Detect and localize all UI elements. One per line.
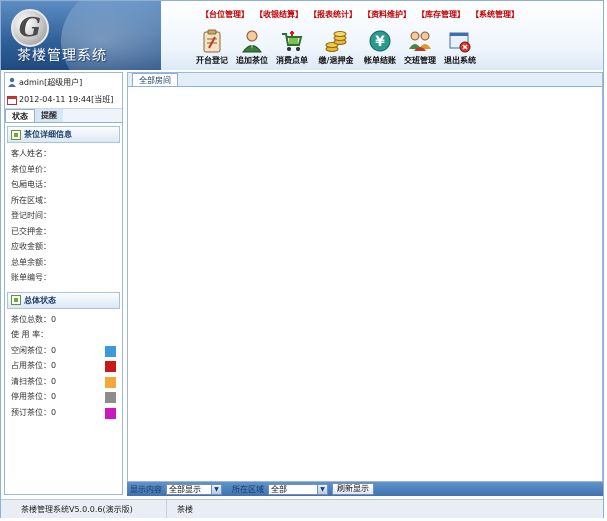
toolbar: 开台登记 追加茶位 消费点单 缴/退押金 ¥ 帐单结账 交班管理 退出系统 [194,29,482,66]
calendar-icon [7,95,17,105]
open-table-label: 开台登记 [196,56,228,65]
status-free-label: 空闲茶位：0 [11,345,57,355]
field-deposit-paid: 已交押金： [11,226,51,236]
occupied-swatch [105,361,116,372]
cart-icon [282,31,303,51]
order-label: 消费点单 [276,56,308,65]
refresh-button[interactable]: 刷新显示 [332,483,374,495]
status-reserved-label: 预订茶位：0 [11,407,57,417]
deposit-button[interactable]: 缴/退押金 [314,29,358,66]
tab-status[interactable]: 状态 [5,109,35,122]
chevron-down-icon: ▼ [317,484,327,494]
cleaning-swatch [105,376,116,388]
logo-mark: G [11,9,49,47]
add-seat-button[interactable]: 追加茶位 [234,29,270,66]
status-cleaning-label: 清扫茶位：0 [11,376,57,386]
logo-area: G 茶楼管理系统 [1,1,161,70]
checkout-button[interactable]: ¥ 帐单结账 [362,29,398,66]
menu-table-management[interactable]: 【台位管理】 [201,9,249,20]
area-select-value: 全部 [271,484,287,494]
user-icon [8,77,16,87]
usage-rate: 使 用 率： [11,330,49,339]
add-seat-label: 追加茶位 [236,56,268,65]
clipboard-icon [203,29,221,53]
deposit-label: 缴/退押金 [318,56,354,65]
status-cleaning: 清扫茶位：0 [5,374,122,390]
svg-text:¥: ¥ [375,34,385,50]
app-title: 茶楼管理系统 [17,48,107,64]
overall-section-header: 总体状态 [7,291,120,309]
display-select-value: 全部显示 [169,484,201,494]
disabled-swatch [105,392,116,403]
shift-datetime: 2012-04-11 19:44[当班] [19,95,114,104]
area-select[interactable]: 全部 ▼ [268,483,328,495]
reserved-swatch [105,407,116,419]
user-info: admin[超级用户] [5,73,122,91]
exit-button[interactable]: 退出系统 [442,29,478,66]
status-bar: 茶楼管理系统V5.0.0.6(演示版) 茶楼 [1,499,603,518]
checkout-label: 帐单结账 [364,56,396,65]
status-disabled-label: 停用茶位：0 [11,392,57,401]
status-occupied: 占用茶位：0 [5,358,122,374]
left-tabs: 状态 提醒 [5,109,122,123]
open-table-button[interactable]: 开台登记 [194,29,230,66]
info-icon [11,129,21,140]
menu-reports[interactable]: 【报表统计】 [309,9,357,20]
menu-data-maintenance[interactable]: 【资料维护】 [363,9,411,20]
field-amount-due: 应收金额： [11,242,51,251]
yen-icon: ¥ [369,30,391,52]
total-seats: 茶位总数：0 [11,314,57,324]
display-label: 显示内容 [130,484,162,494]
area-label: 所在区域 [232,484,264,494]
left-panel: admin[超级用户] 2012-04-11 19:44[当班] 状态 提醒 茶… [4,72,123,495]
overall-section-title: 总体状态 [24,295,56,305]
tab-remind[interactable]: 提醒 [35,109,63,122]
version-text: 茶楼管理系统V5.0.0.6(演示版) [21,504,133,514]
field-checkin-time: 登记时间： [11,211,51,220]
shift-button[interactable]: 交班管理 [402,29,438,66]
exit-label: 退出系统 [444,56,476,65]
users-icon [409,31,431,51]
field-area: 所在区域： [11,195,51,205]
filter-bar: 显示内容 全部显示 ▼ 所在区域 全部 ▼ 刷新显示 [127,482,603,496]
field-guest-name: 客人姓名： [11,149,51,158]
rooms-panel: 全部房间 [127,72,603,482]
menu-system[interactable]: 【系统管理】 [471,9,519,20]
person-icon [242,30,262,53]
status-free: 空闲茶位：0 [5,343,122,359]
shift-label: 交班管理 [404,56,436,65]
status-icon [11,295,21,305]
top-menu: 【台位管理】 【收银结算】 【报表统计】 【资料维护】 【库存管理】 【系统管理… [201,9,519,20]
menu-inventory[interactable]: 【库存管理】 [417,9,465,20]
order-button[interactable]: 消费点单 [274,29,310,66]
shop-name: 茶楼 [166,500,193,518]
field-seat-price: 茶位单价： [11,164,51,174]
status-reserved: 预订茶位：0 [5,405,122,421]
date-info: 2012-04-11 19:44[当班] [5,91,122,109]
tab-all-rooms[interactable]: 全部房间 [132,73,178,86]
exit-icon [449,32,471,53]
free-swatch [105,345,116,357]
field-bill-number: 账单编号： [11,273,51,282]
display-select[interactable]: 全部显示 ▼ [166,483,222,495]
rooms-area[interactable] [128,87,602,481]
field-room-phone: 包厢电话： [11,180,51,189]
header: G 茶楼管理系统 【台位管理】 【收银结算】 【报表统计】 【资料维护】 【库存… [1,1,603,70]
chevron-down-icon: ▼ [211,484,221,494]
status-occupied-label: 占用茶位：0 [11,361,57,370]
coins-icon [325,31,347,52]
detail-section-title: 茶位详细信息 [24,130,72,139]
detail-section-header: 茶位详细信息 [7,126,120,143]
status-disabled: 停用茶位：0 [5,389,122,405]
user-name: admin[超级用户] [19,77,83,87]
overall-stats: 茶位总数：0 使 用 率： 空闲茶位：0 占用茶位：0 清扫茶位：0 停用茶位：… [5,312,122,421]
app-window: G 茶楼管理系统 【台位管理】 【收银结算】 【报表统计】 【资料维护】 【库存… [0,0,604,518]
menu-checkout[interactable]: 【收银结算】 [255,9,303,20]
content-tab-bar: 全部房间 [128,73,602,87]
detail-fields: 客人姓名： 茶位单价： 包厢电话： 所在区域： 登记时间： 已交押金： 应收金额… [5,146,122,286]
field-balance: 总单余额： [11,257,51,267]
